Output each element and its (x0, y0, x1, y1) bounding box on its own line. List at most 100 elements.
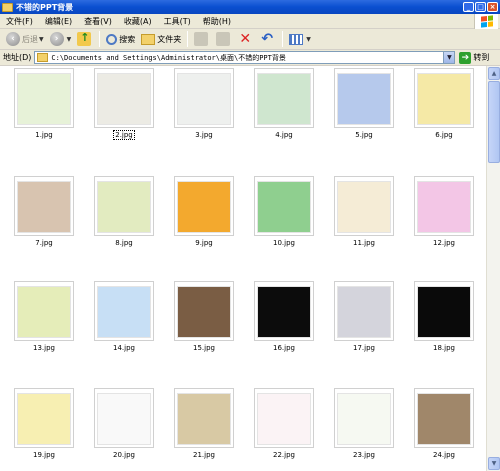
file-item[interactable]: 17.jpg (334, 281, 394, 352)
file-name[interactable]: 3.jpg (174, 131, 234, 139)
file-thumbnail[interactable] (94, 388, 154, 448)
folders-button[interactable]: 文件夹 (138, 30, 184, 49)
file-item[interactable]: 11.jpg (334, 176, 394, 247)
undo-button[interactable]: ↶ (257, 30, 279, 49)
menu-file[interactable]: 文件(F) (0, 16, 39, 27)
file-name[interactable]: 7.jpg (14, 239, 74, 247)
file-item[interactable]: 15.jpg (174, 281, 234, 352)
address-path[interactable]: C:\Documents and Settings\Administrator\… (51, 53, 285, 63)
file-thumbnail[interactable] (14, 176, 74, 236)
file-item[interactable]: 12.jpg (414, 176, 474, 247)
file-name[interactable]: 23.jpg (334, 451, 394, 459)
search-button[interactable]: 搜索 (103, 30, 138, 49)
file-name[interactable]: 6.jpg (414, 131, 474, 139)
file-item[interactable]: 21.jpg (174, 388, 234, 459)
delete-button[interactable]: ✕ (235, 30, 257, 49)
file-item[interactable]: 19.jpg (14, 388, 74, 459)
file-name[interactable]: 8.jpg (94, 239, 154, 247)
copy-to-button[interactable] (213, 30, 235, 49)
file-thumbnail[interactable] (174, 176, 234, 236)
file-item[interactable]: 23.jpg (334, 388, 394, 459)
file-name[interactable]: 13.jpg (14, 344, 74, 352)
up-folder-button[interactable] (74, 30, 96, 49)
maximize-button[interactable]: □ (475, 2, 486, 12)
menu-view[interactable]: 查看(V) (78, 16, 118, 27)
scrollbar-thumb[interactable] (488, 81, 500, 163)
file-item[interactable]: 13.jpg (14, 281, 74, 352)
file-name[interactable]: 5.jpg (334, 131, 394, 139)
file-thumbnail[interactable] (414, 176, 474, 236)
title-bar[interactable]: 不错的PPT背景 _ □ × (0, 0, 500, 14)
address-input[interactable]: C:\Documents and Settings\Administrator\… (34, 51, 456, 64)
back-button[interactable]: ‹ 后退 ▼ (3, 30, 47, 49)
go-button[interactable]: ➔ 转到 (459, 51, 489, 64)
close-button[interactable]: × (487, 2, 498, 12)
file-name[interactable]: 1.jpg (14, 131, 74, 139)
forward-button[interactable]: › ▼ (47, 30, 75, 49)
file-name[interactable]: 17.jpg (334, 344, 394, 352)
file-thumbnail[interactable] (94, 176, 154, 236)
file-name[interactable]: 21.jpg (174, 451, 234, 459)
views-button[interactable]: ▼ (286, 30, 314, 49)
file-thumbnail[interactable] (334, 176, 394, 236)
scroll-down-icon[interactable]: ▼ (488, 457, 500, 470)
file-thumbnail[interactable] (334, 68, 394, 128)
file-item[interactable]: 24.jpg (414, 388, 474, 459)
file-name[interactable]: 11.jpg (334, 239, 394, 247)
file-thumbnail[interactable] (174, 388, 234, 448)
menu-tools[interactable]: 工具(T) (158, 16, 197, 27)
file-thumbnail[interactable] (254, 68, 314, 128)
file-item[interactable]: 16.jpg (254, 281, 314, 352)
file-item[interactable]: 1.jpg (14, 68, 74, 139)
file-item[interactable]: 7.jpg (14, 176, 74, 247)
file-name[interactable]: 10.jpg (254, 239, 314, 247)
file-thumbnail[interactable] (334, 281, 394, 341)
file-item[interactable]: 9.jpg (174, 176, 234, 247)
file-name[interactable]: 12.jpg (414, 239, 474, 247)
file-name[interactable]: 18.jpg (414, 344, 474, 352)
file-name[interactable]: 9.jpg (174, 239, 234, 247)
scroll-up-icon[interactable]: ▲ (488, 67, 500, 80)
minimize-button[interactable]: _ (463, 2, 474, 12)
file-thumbnail[interactable] (254, 388, 314, 448)
file-thumbnail[interactable] (94, 68, 154, 128)
file-name[interactable]: 4.jpg (254, 131, 314, 139)
file-item[interactable]: 6.jpg (414, 68, 474, 139)
file-thumbnail[interactable] (414, 68, 474, 128)
file-item[interactable]: 3.jpg (174, 68, 234, 139)
file-thumbnail[interactable] (14, 388, 74, 448)
file-thumbnail[interactable] (254, 176, 314, 236)
file-name[interactable]: 16.jpg (254, 344, 314, 352)
menu-favorites[interactable]: 收藏(A) (118, 16, 158, 27)
vertical-scrollbar[interactable]: ▲ ▼ (486, 66, 500, 471)
file-thumbnail[interactable] (14, 281, 74, 341)
file-name[interactable]: 2.jpg (94, 130, 154, 140)
file-name[interactable]: 24.jpg (414, 451, 474, 459)
chevron-down-icon[interactable]: ▼ (306, 36, 311, 43)
file-thumbnail[interactable] (414, 388, 474, 448)
move-to-button[interactable] (191, 30, 213, 49)
file-item[interactable]: 18.jpg (414, 281, 474, 352)
file-item[interactable]: 22.jpg (254, 388, 314, 459)
file-item[interactable]: 14.jpg (94, 281, 154, 352)
file-item[interactable]: 20.jpg (94, 388, 154, 459)
file-name[interactable]: 19.jpg (14, 451, 74, 459)
file-thumbnail[interactable] (174, 281, 234, 341)
file-view[interactable]: 1.jpg 2.jpg 3.jpg 4.jpg 5.jpg 6.jpg 7.jpg 8.jpg… (0, 66, 500, 471)
file-name[interactable]: 22.jpg (254, 451, 314, 459)
file-name[interactable]: 20.jpg (94, 451, 154, 459)
chevron-down-icon[interactable]: ▼ (443, 52, 455, 63)
menu-edit[interactable]: 编辑(E) (39, 16, 78, 27)
file-thumbnail[interactable] (94, 281, 154, 341)
menu-help[interactable]: 帮助(H) (197, 16, 237, 27)
file-name[interactable]: 14.jpg (94, 344, 154, 352)
chevron-down-icon[interactable]: ▼ (67, 36, 72, 43)
file-item[interactable]: 2.jpg (94, 68, 154, 140)
file-name[interactable]: 15.jpg (174, 344, 234, 352)
file-thumbnail[interactable] (334, 388, 394, 448)
chevron-down-icon[interactable]: ▼ (39, 36, 44, 43)
file-thumbnail[interactable] (414, 281, 474, 341)
file-item[interactable]: 5.jpg (334, 68, 394, 139)
file-thumbnail[interactable] (14, 68, 74, 128)
file-thumbnail[interactable] (254, 281, 314, 341)
